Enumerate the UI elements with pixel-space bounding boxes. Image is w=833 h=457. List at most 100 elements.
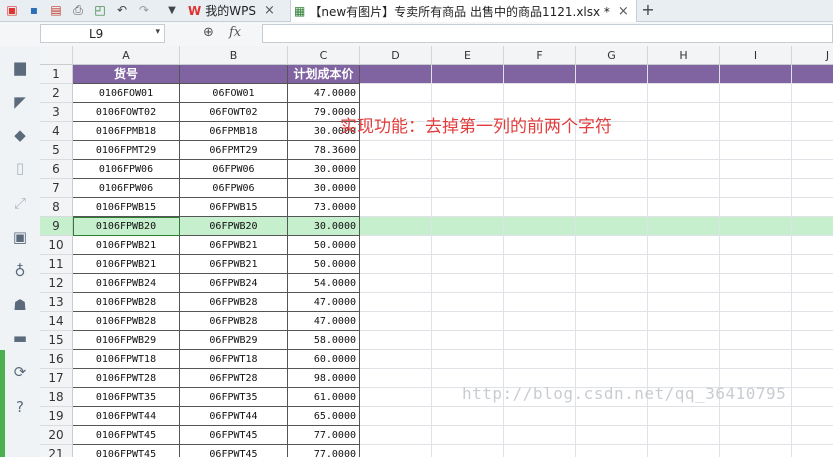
- cell-f20[interactable]: [504, 426, 576, 445]
- cell-d16[interactable]: [360, 350, 432, 369]
- cell-j14[interactable]: [792, 312, 833, 331]
- name-box[interactable]: L9 ▾: [40, 24, 165, 43]
- cell-i19[interactable]: [720, 407, 792, 426]
- fx-icon[interactable]: fx: [229, 25, 241, 40]
- redo-icon[interactable]: ↷: [136, 2, 152, 18]
- cell-g12[interactable]: [576, 274, 648, 293]
- cell-a10[interactable]: 0106FPWB21: [73, 236, 180, 255]
- cell-b4[interactable]: 06FPMB18: [180, 122, 288, 141]
- shapes-icon[interactable]: ◆: [11, 126, 29, 144]
- cell-a5[interactable]: 0106FPMT29: [73, 141, 180, 160]
- save-icon[interactable]: ▪: [26, 2, 42, 18]
- cell-h5[interactable]: [648, 141, 720, 160]
- cell-f19[interactable]: [504, 407, 576, 426]
- document-icon[interactable]: ▆: [11, 58, 29, 76]
- cell-d12[interactable]: [360, 274, 432, 293]
- cell-d19[interactable]: [360, 407, 432, 426]
- cell-i3[interactable]: [720, 103, 792, 122]
- cell-i16[interactable]: [720, 350, 792, 369]
- row-header[interactable]: 13: [40, 293, 73, 312]
- cell-h2[interactable]: [648, 84, 720, 103]
- cell-g19[interactable]: [576, 407, 648, 426]
- cell-b12[interactable]: 06FPWB24: [180, 274, 288, 293]
- cell-i8[interactable]: [720, 198, 792, 217]
- transform-icon[interactable]: ⤢: [11, 194, 29, 212]
- cell-j10[interactable]: [792, 236, 833, 255]
- cell-h16[interactable]: [648, 350, 720, 369]
- cell-f12[interactable]: [504, 274, 576, 293]
- cell-i21[interactable]: [720, 445, 792, 457]
- cell-h21[interactable]: [648, 445, 720, 457]
- toolbox-icon[interactable]: ▬: [11, 329, 29, 347]
- cell-e9[interactable]: [432, 217, 504, 236]
- cell-c14[interactable]: 47.0000: [288, 312, 360, 331]
- cell-g6[interactable]: [576, 160, 648, 179]
- cell-a16[interactable]: 0106FPWT18: [73, 350, 180, 369]
- cell-e5[interactable]: [432, 141, 504, 160]
- cell-d2[interactable]: [360, 84, 432, 103]
- cell-h20[interactable]: [648, 426, 720, 445]
- cell-j9[interactable]: [792, 217, 833, 236]
- cell-b8[interactable]: 06FPWB15: [180, 198, 288, 217]
- row-header[interactable]: 4: [40, 122, 73, 141]
- print-icon[interactable]: ⎙: [70, 2, 86, 18]
- cell-b19[interactable]: 06FPWT44: [180, 407, 288, 426]
- cell-b1[interactable]: [180, 65, 288, 84]
- backup-icon[interactable]: ⟳: [11, 363, 29, 381]
- cell-j20[interactable]: [792, 426, 833, 445]
- column-header-g[interactable]: G: [576, 46, 648, 65]
- cell-i12[interactable]: [720, 274, 792, 293]
- row-header[interactable]: 21: [40, 445, 73, 457]
- row-header[interactable]: 7: [40, 179, 73, 198]
- cell-i11[interactable]: [720, 255, 792, 274]
- cell-b6[interactable]: 06FPW06: [180, 160, 288, 179]
- cell-e10[interactable]: [432, 236, 504, 255]
- row-header[interactable]: 9: [40, 217, 73, 236]
- cell-j17[interactable]: [792, 369, 833, 388]
- cell-a12[interactable]: 0106FPWB24: [73, 274, 180, 293]
- cell-d14[interactable]: [360, 312, 432, 331]
- cell-a11[interactable]: 0106FPWB21: [73, 255, 180, 274]
- cell-f15[interactable]: [504, 331, 576, 350]
- cell-b7[interactable]: 06FPW06: [180, 179, 288, 198]
- cell-j19[interactable]: [792, 407, 833, 426]
- cell-a14[interactable]: 0106FPWB28: [73, 312, 180, 331]
- cell-j5[interactable]: [792, 141, 833, 160]
- cell-e19[interactable]: [432, 407, 504, 426]
- row-header[interactable]: 16: [40, 350, 73, 369]
- row-header[interactable]: 17: [40, 369, 73, 388]
- cell-g14[interactable]: [576, 312, 648, 331]
- cell-b18[interactable]: 06FPWT35: [180, 388, 288, 407]
- cell-e12[interactable]: [432, 274, 504, 293]
- preview-icon[interactable]: ◰: [92, 2, 108, 18]
- cell-c19[interactable]: 65.0000: [288, 407, 360, 426]
- cell-h19[interactable]: [648, 407, 720, 426]
- cell-h15[interactable]: [648, 331, 720, 350]
- cell-f14[interactable]: [504, 312, 576, 331]
- cell-b10[interactable]: 06FPWB21: [180, 236, 288, 255]
- cell-b17[interactable]: 06FPWT28: [180, 369, 288, 388]
- cell-i15[interactable]: [720, 331, 792, 350]
- cell-j15[interactable]: [792, 331, 833, 350]
- cell-g15[interactable]: [576, 331, 648, 350]
- row-header[interactable]: 14: [40, 312, 73, 331]
- cell-b15[interactable]: 06FPWB29: [180, 331, 288, 350]
- cell-a15[interactable]: 0106FPWB29: [73, 331, 180, 350]
- cell-j7[interactable]: [792, 179, 833, 198]
- cell-i5[interactable]: [720, 141, 792, 160]
- cell-c11[interactable]: 50.0000: [288, 255, 360, 274]
- cell-j13[interactable]: [792, 293, 833, 312]
- column-header-d[interactable]: D: [360, 46, 432, 65]
- cell-c1[interactable]: 计划成本价: [288, 65, 360, 84]
- cell-h14[interactable]: [648, 312, 720, 331]
- cell-c6[interactable]: 30.0000: [288, 160, 360, 179]
- cell-a20[interactable]: 0106FPWT45: [73, 426, 180, 445]
- select-all-corner[interactable]: [40, 46, 73, 65]
- cell-j2[interactable]: [792, 84, 833, 103]
- cell-i13[interactable]: [720, 293, 792, 312]
- row-header[interactable]: 2: [40, 84, 73, 103]
- cell-e2[interactable]: [432, 84, 504, 103]
- cell-e14[interactable]: [432, 312, 504, 331]
- undo-icon[interactable]: ↶: [114, 2, 130, 18]
- tab-my-wps[interactable]: W 我的WPS ×: [188, 0, 288, 21]
